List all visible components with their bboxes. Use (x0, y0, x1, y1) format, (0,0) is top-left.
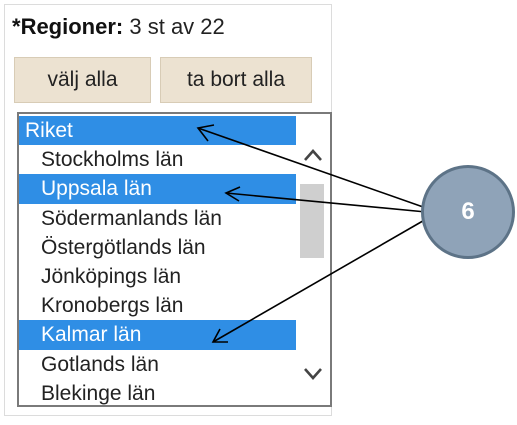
list-item-blekinge[interactable]: Blekinge län (19, 379, 297, 405)
list-item-sodermanland[interactable]: Södermanlands län (19, 204, 297, 233)
select-all-button[interactable]: välj alla (14, 57, 151, 103)
scrollbar-thumb[interactable] (300, 184, 324, 258)
region-label: Regioner: (20, 14, 124, 39)
region-header: *Regioner: 3 st av 22 (12, 14, 225, 40)
region-selector-screenshot: *Regioner: 3 st av 22 välj alla ta bort … (0, 0, 517, 425)
list-item-ostergotland[interactable]: Östergötlands län (19, 233, 297, 262)
list-item-gotland[interactable]: Gotlands län (19, 350, 297, 379)
list-item-kronoberg[interactable]: Kronobergs län (19, 291, 297, 320)
chevron-up-icon[interactable] (296, 138, 330, 172)
list-item-uppsala[interactable]: Uppsala län (19, 174, 297, 204)
selection-count: 3 st av 22 (129, 14, 225, 39)
list-item-kalmar[interactable]: Kalmar län (19, 320, 297, 350)
list-scrollbar[interactable] (296, 114, 330, 405)
required-mark: * (12, 14, 21, 39)
callout-badge: 6 (421, 165, 515, 259)
list-item-riket[interactable]: Riket (19, 116, 297, 146)
remove-all-button[interactable]: ta bort alla (160, 57, 312, 103)
list-item-stockholm[interactable]: Stockholms län (19, 145, 297, 174)
region-listbox[interactable]: Riket Stockholms län Uppsala län Söderma… (17, 112, 332, 407)
chevron-down-icon[interactable] (296, 357, 330, 391)
list-item-jonkoping[interactable]: Jönköpings län (19, 262, 297, 291)
region-list: Riket Stockholms län Uppsala län Söderma… (19, 116, 297, 405)
